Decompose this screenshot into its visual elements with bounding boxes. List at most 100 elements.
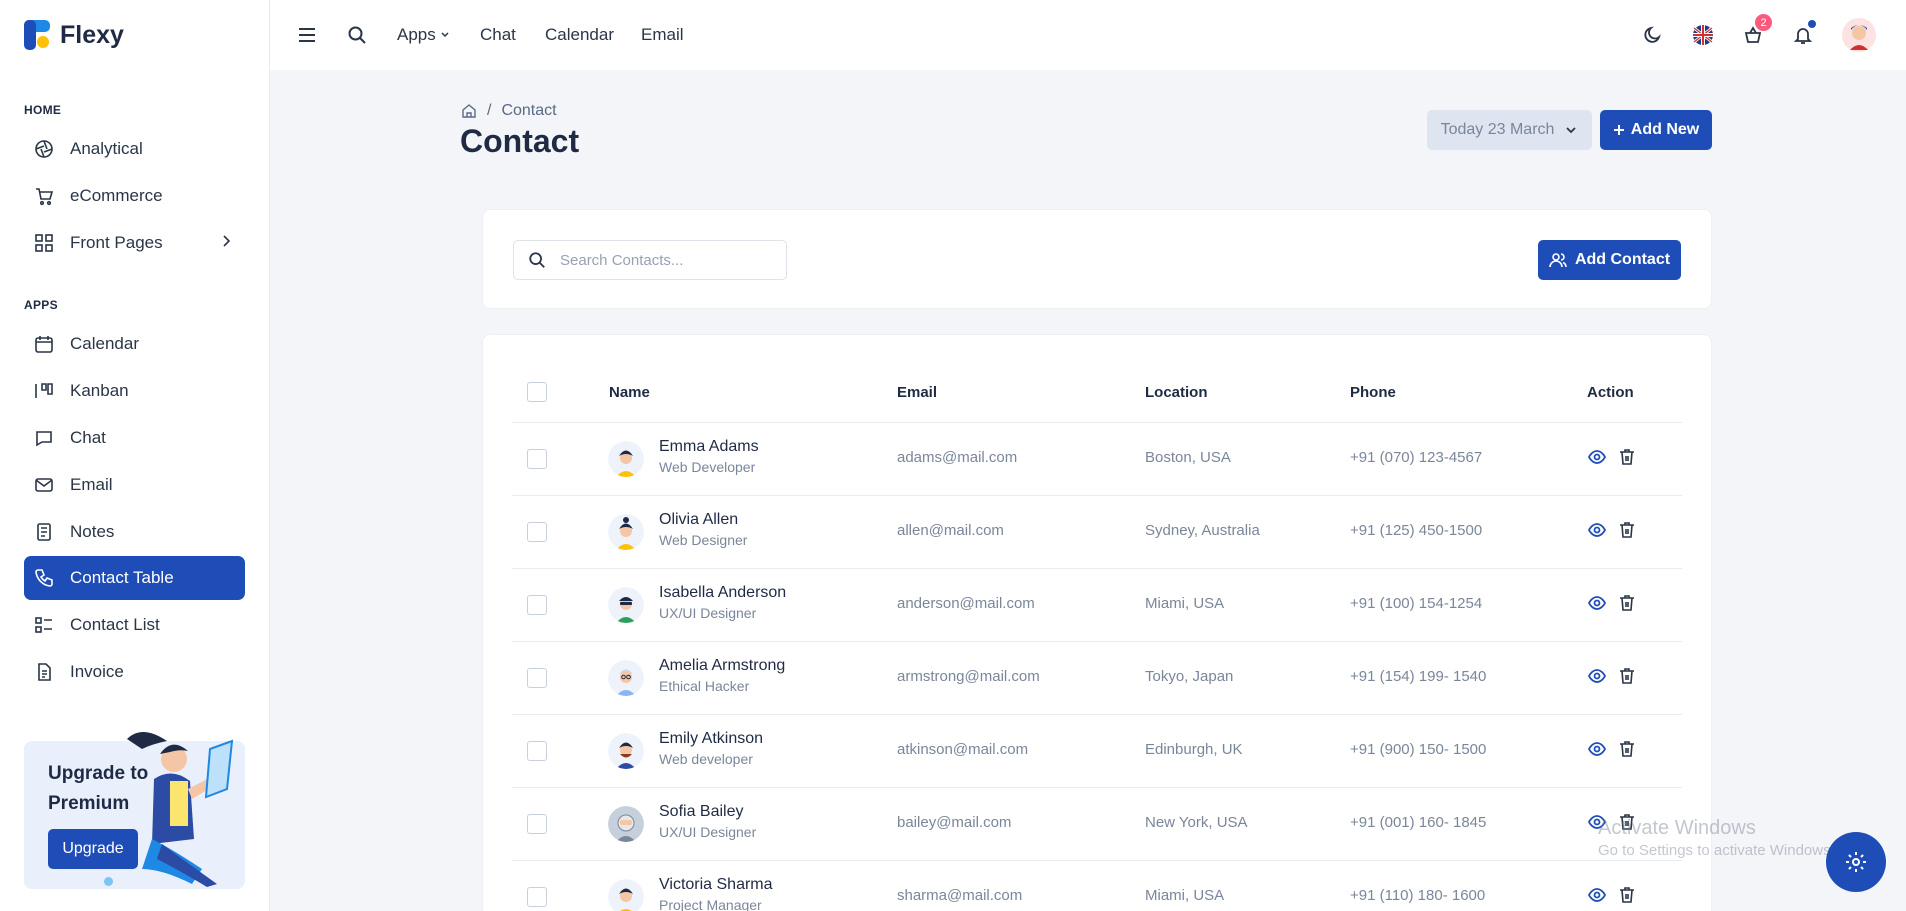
contact-location: Tokyo, Japan — [1145, 668, 1234, 685]
contact-phone: +91 (125) 450-1500 — [1350, 522, 1483, 539]
basket-icon[interactable]: 2 — [1738, 14, 1772, 50]
mail-icon — [34, 475, 54, 495]
row-checkbox[interactable] — [527, 668, 547, 688]
contact-name: Sofia Bailey — [659, 803, 744, 820]
page-title: Contact — [460, 123, 580, 159]
contact-name: Olivia Allen — [659, 511, 739, 528]
sidebar-item-label: Email — [70, 475, 113, 494]
eye-icon[interactable] — [1587, 666, 1607, 686]
add-contact-button[interactable]: Add Contact — [1538, 240, 1681, 280]
sidebar-item-label: Calendar — [70, 334, 139, 353]
settings-fab[interactable] — [1826, 832, 1886, 892]
topnav-email[interactable]: Email — [641, 0, 684, 70]
invoice-icon — [34, 662, 54, 682]
row-checkbox[interactable] — [527, 522, 547, 542]
contact-name: Isabella Anderson — [659, 584, 787, 601]
cart-badge: 2 — [1755, 14, 1772, 31]
bell-icon[interactable] — [1788, 20, 1818, 50]
contact-location: Boston, USA — [1145, 449, 1231, 466]
sidebar-item-email[interactable]: Email — [24, 463, 245, 507]
sidebar-item-ecommerce[interactable]: eCommerce — [24, 174, 245, 218]
sidebar-item-calendar[interactable]: Calendar — [24, 322, 245, 366]
topbar: Apps Chat Calendar Email 2 — [270, 0, 1906, 70]
column-header-phone[interactable]: Phone — [1350, 384, 1396, 401]
select-all-checkbox[interactable] — [527, 382, 547, 402]
chevron-down-icon — [1564, 123, 1578, 137]
row-checkbox[interactable] — [527, 814, 547, 834]
trash-icon[interactable] — [1617, 739, 1637, 759]
contact-phone: +91 (154) 199- 1540 — [1350, 668, 1487, 685]
aperture-icon — [34, 139, 54, 159]
sidebar-item-analytical[interactable]: Analytical — [24, 127, 245, 171]
trash-icon[interactable] — [1617, 666, 1637, 686]
notification-dot — [1808, 20, 1816, 28]
row-checkbox[interactable] — [527, 741, 547, 761]
trash-icon[interactable] — [1617, 520, 1637, 540]
row-checkbox[interactable] — [527, 449, 547, 469]
column-header-action: Action — [1587, 384, 1634, 401]
contact-phone: +91 (110) 180- 1600 — [1350, 887, 1486, 904]
contact-name: Amelia Armstrong — [659, 657, 786, 674]
eye-icon[interactable] — [1587, 885, 1607, 905]
contact-email: atkinson@mail.com — [897, 741, 1029, 758]
eye-icon[interactable] — [1587, 739, 1607, 759]
sidebar-item-kanban[interactable]: Kanban — [24, 369, 245, 413]
contact-avatar — [608, 587, 644, 623]
contact-phone: +91 (070) 123-4567 — [1350, 449, 1483, 466]
contact-email: allen@mail.com — [897, 522, 1004, 539]
eye-icon[interactable] — [1587, 447, 1607, 467]
date-dropdown[interactable]: Today 23 March — [1427, 110, 1592, 150]
menu-icon[interactable] — [292, 20, 322, 50]
search-input[interactable] — [560, 251, 760, 269]
contact-role: Ethical Hacker — [659, 678, 750, 694]
column-header-location[interactable]: Location — [1145, 384, 1208, 401]
upgrade-card: Upgrade to Premium Upgrade — [24, 731, 245, 889]
uk-flag-icon[interactable] — [1688, 20, 1718, 50]
topnav-calendar[interactable]: Calendar — [545, 0, 614, 70]
trash-icon[interactable] — [1617, 885, 1637, 905]
brand-logo[interactable]: Flexy — [24, 20, 124, 50]
topnav-apps[interactable]: Apps — [397, 0, 450, 70]
moon-icon[interactable] — [1638, 20, 1668, 50]
sidebar-item-front-pages[interactable]: Front Pages — [24, 221, 245, 265]
sidebar-item-label: Kanban — [70, 381, 129, 400]
trash-icon[interactable] — [1617, 447, 1637, 467]
column-header-name[interactable]: Name — [609, 384, 650, 401]
eye-icon[interactable] — [1587, 520, 1607, 540]
home-icon[interactable] — [461, 103, 477, 119]
search-field[interactable] — [513, 240, 787, 280]
sidebar-item-contact-table[interactable]: Contact Table — [24, 556, 245, 600]
table-row: Emma Adams Web Developer adams@mail.com … — [512, 422, 1682, 495]
sidebar-item-chat[interactable]: Chat — [24, 416, 245, 460]
contact-avatar — [608, 806, 644, 842]
eye-icon[interactable] — [1587, 593, 1607, 613]
table-row: Victoria Sharma Project Manager sharma@m… — [512, 860, 1682, 911]
search-card: Add Contact — [482, 209, 1712, 309]
trash-icon[interactable] — [1617, 593, 1637, 613]
column-header-email[interactable]: Email — [897, 384, 937, 401]
sidebar-item-label: Notes — [70, 522, 115, 541]
avatar[interactable] — [1842, 18, 1876, 52]
chevron-down-icon — [440, 30, 450, 40]
sidebar-item-invoice[interactable]: Invoice — [24, 650, 245, 694]
contact-email: anderson@mail.com — [897, 595, 1035, 612]
users-icon — [1549, 251, 1567, 269]
row-checkbox[interactable] — [527, 887, 547, 907]
table-row: Olivia Allen Web Designer allen@mail.com… — [512, 495, 1682, 568]
search-icon[interactable] — [342, 20, 372, 50]
topnav-chat[interactable]: Chat — [480, 0, 516, 70]
contact-email: sharma@mail.com — [897, 887, 1023, 904]
sidebar-item-notes[interactable]: Notes — [24, 510, 245, 554]
table-row: Emily Atkinson Web developer atkinson@ma… — [512, 714, 1682, 787]
list-icon — [34, 615, 54, 635]
add-new-button[interactable]: Add New — [1600, 110, 1712, 150]
sidebar-item-contact-list[interactable]: Contact List — [24, 603, 245, 647]
sidebar-item-label: Contact List — [70, 615, 160, 634]
sidebar-item-label: Front Pages — [70, 233, 163, 252]
carousel-dot[interactable] — [104, 877, 113, 886]
contact-name: Victoria Sharma — [659, 876, 773, 893]
topnav-apps-label: Apps — [397, 25, 436, 44]
nav-section-home: HOME — [24, 103, 62, 117]
row-checkbox[interactable] — [527, 595, 547, 615]
contact-location: Miami, USA — [1145, 595, 1225, 612]
